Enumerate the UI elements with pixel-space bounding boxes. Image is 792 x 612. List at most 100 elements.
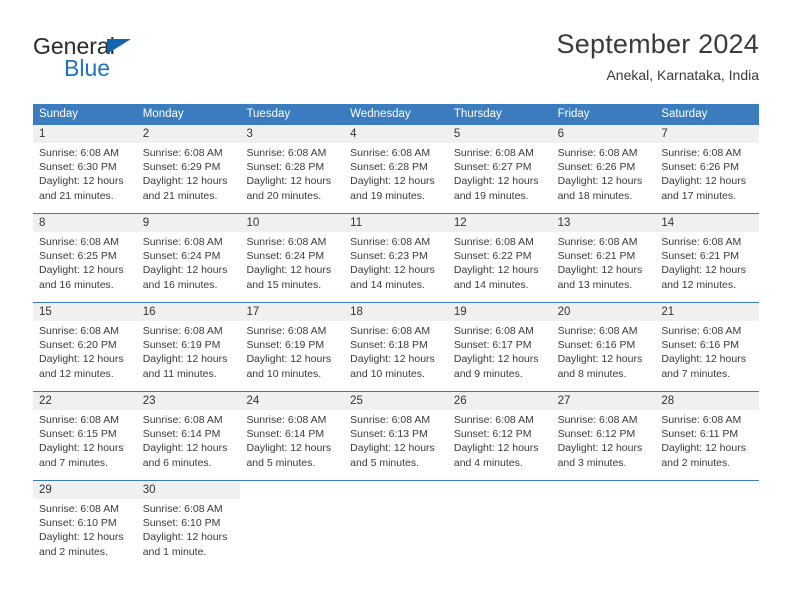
daylight-text-line2: and 1 minute. bbox=[142, 545, 207, 558]
sunrise-text: Sunrise: 6:08 AM bbox=[350, 147, 431, 159]
day-cell-19[interactable]: 19 Sunrise: 6:08 AM Sunset: 6:17 PM Dayligh… bbox=[447, 303, 552, 391]
day-details: Sunrise: 6:08 AM Sunset: 6:12 PM Daylight:… bbox=[448, 410, 552, 470]
calendar-week-row: 8 Sunrise: 6:08 AM Sunset: 6:25 PM Daylight… bbox=[33, 213, 760, 302]
daylight-text-line1: Daylight: 12 hours bbox=[142, 442, 228, 455]
day-number: 7 bbox=[661, 128, 668, 140]
sunrise-text: Sunrise: 6:08 AM bbox=[661, 414, 742, 426]
day-details: Sunrise: 6:08 AM Sunset: 6:26 PM Daylight:… bbox=[552, 143, 656, 203]
day-cell-11[interactable]: 11 Sunrise: 6:08 AM Sunset: 6:23 PM Dayligh… bbox=[344, 214, 448, 302]
day-cell-6[interactable]: 6 Sunrise: 6:08 AM Sunset: 6:26 PM Daylight… bbox=[551, 125, 656, 213]
day-number: 29 bbox=[39, 484, 52, 496]
daylight-text-line2: and 12 minutes. bbox=[39, 367, 114, 380]
day-number-band: 11 bbox=[344, 214, 448, 232]
daylight-text-line1: Daylight: 12 hours bbox=[39, 264, 124, 277]
calendar-week-row: 15 Sunrise: 6:08 AM Sunset: 6:20 PM Dayligh… bbox=[33, 302, 760, 391]
day-cell-7[interactable]: 7 Sunrise: 6:08 AM Sunset: 6:26 PM Daylight… bbox=[655, 125, 760, 213]
day-number-band: 14 bbox=[655, 214, 760, 232]
day-cell-10[interactable]: 10 Sunrise: 6:08 AM Sunset: 6:24 PM Dayligh… bbox=[240, 214, 345, 302]
day-number-band: 30 bbox=[136, 481, 241, 499]
day-details: Sunrise: 6:08 AM Sunset: 6:17 PM Daylight:… bbox=[448, 321, 552, 381]
brand-logo[interactable]: General Blue bbox=[33, 28, 243, 90]
day-number: 22 bbox=[39, 395, 52, 407]
sunrise-text: Sunrise: 6:08 AM bbox=[246, 414, 327, 426]
page-header: General Blue September 2024 Anekal, Karn… bbox=[33, 28, 759, 90]
day-cell-8[interactable]: 8 Sunrise: 6:08 AM Sunset: 6:25 PM Daylight… bbox=[33, 214, 137, 302]
day-details: Sunrise: 6:08 AM Sunset: 6:24 PM Daylight:… bbox=[240, 232, 344, 292]
day-cell-26[interactable]: 26 Sunrise: 6:08 AM Sunset: 6:12 PM Dayligh… bbox=[447, 392, 552, 480]
day-cell-29[interactable]: 29 Sunrise: 6:08 AM Sunset: 6:10 PM Dayligh… bbox=[33, 481, 137, 569]
weekday-header-sunday: Sunday bbox=[39, 108, 79, 120]
sunrise-text: Sunrise: 6:08 AM bbox=[557, 414, 638, 426]
sunrise-text: Sunrise: 6:08 AM bbox=[350, 325, 431, 337]
page-title: September 2024 bbox=[556, 29, 759, 59]
sunset-text: Sunset: 6:26 PM bbox=[661, 161, 739, 174]
sunrise-text: Sunrise: 6:08 AM bbox=[246, 236, 327, 248]
day-cell-20[interactable]: 20 Sunrise: 6:08 AM Sunset: 6:16 PM Dayligh… bbox=[551, 303, 656, 391]
day-cell-25[interactable]: 25 Sunrise: 6:08 AM Sunset: 6:13 PM Dayligh… bbox=[344, 392, 448, 480]
day-cell-16[interactable]: 16 Sunrise: 6:08 AM Sunset: 6:19 PM Dayligh… bbox=[136, 303, 241, 391]
day-number-band: 24 bbox=[240, 392, 345, 410]
day-cell-30[interactable]: 30 Sunrise: 6:08 AM Sunset: 6:10 PM Dayligh… bbox=[136, 481, 241, 569]
daylight-text-line2: and 17 minutes. bbox=[661, 189, 737, 202]
day-cell-9[interactable]: 9 Sunrise: 6:08 AM Sunset: 6:24 PM Daylight… bbox=[136, 214, 241, 302]
daylight-text-line2: and 9 minutes. bbox=[453, 367, 523, 380]
day-cell-2[interactable]: 2 Sunrise: 6:08 AM Sunset: 6:29 PM Daylight… bbox=[136, 125, 241, 213]
day-cell-21[interactable]: 21 Sunrise: 6:08 AM Sunset: 6:16 PM Dayligh… bbox=[655, 303, 760, 391]
day-number: 4 bbox=[350, 128, 357, 140]
sunrise-text: Sunrise: 6:08 AM bbox=[557, 236, 638, 248]
day-cell-17[interactable]: 17 Sunrise: 6:08 AM Sunset: 6:19 PM Dayligh… bbox=[240, 303, 345, 391]
daylight-text-line1: Daylight: 12 hours bbox=[246, 264, 332, 277]
day-number: 3 bbox=[246, 128, 253, 140]
day-cell-4[interactable]: 4 Sunrise: 6:08 AM Sunset: 6:28 PM Daylight… bbox=[344, 125, 448, 213]
calendar-week-row: 29 Sunrise: 6:08 AM Sunset: 6:10 PM Dayligh… bbox=[33, 480, 759, 569]
day-number-band: 8 bbox=[33, 214, 137, 232]
day-number: 30 bbox=[142, 484, 156, 496]
day-number: 19 bbox=[453, 306, 467, 318]
sunrise-text: Sunrise: 6:08 AM bbox=[39, 325, 119, 337]
daylight-text-line1: Daylight: 12 hours bbox=[453, 175, 539, 188]
daylight-text-line2: and 5 minutes. bbox=[350, 456, 420, 469]
day-details: Sunrise: 6:08 AM Sunset: 6:20 PM Daylight:… bbox=[33, 321, 137, 381]
day-details: Sunrise: 6:08 AM Sunset: 6:28 PM Daylight:… bbox=[344, 143, 448, 203]
day-cell-12[interactable]: 12 Sunrise: 6:08 AM Sunset: 6:22 PM Dayligh… bbox=[447, 214, 552, 302]
day-details: Sunrise: 6:08 AM Sunset: 6:19 PM Daylight:… bbox=[137, 321, 241, 381]
day-number-band: 23 bbox=[136, 392, 241, 410]
day-cell-18[interactable]: 18 Sunrise: 6:08 AM Sunset: 6:18 PM Dayligh… bbox=[344, 303, 448, 391]
daylight-text-line2: and 8 minutes. bbox=[557, 367, 627, 380]
daylight-text-line2: and 2 minutes. bbox=[661, 456, 731, 469]
day-cell-1[interactable]: 1 Sunrise: 6:08 AM Sunset: 6:30 PM Daylight… bbox=[33, 125, 137, 213]
day-cell-3[interactable]: 3 Sunrise: 6:08 AM Sunset: 6:28 PM Daylight… bbox=[240, 125, 345, 213]
daylight-text-line2: and 19 minutes. bbox=[453, 189, 529, 202]
day-cell-27[interactable]: 27 Sunrise: 6:08 AM Sunset: 6:12 PM Dayligh… bbox=[551, 392, 656, 480]
day-details: Sunrise: 6:08 AM Sunset: 6:14 PM Daylight:… bbox=[240, 410, 344, 470]
daylight-text-line1: Daylight: 12 hours bbox=[350, 442, 435, 455]
week-inner: 8 Sunrise: 6:08 AM Sunset: 6:25 PM Daylight… bbox=[33, 214, 760, 302]
day-cell-28[interactable]: 28 Sunrise: 6:08 AM Sunset: 6:11 PM Dayligh… bbox=[655, 392, 760, 480]
daylight-text-line1: Daylight: 12 hours bbox=[350, 264, 435, 277]
week-inner: 1 Sunrise: 6:08 AM Sunset: 6:30 PM Daylight… bbox=[33, 125, 760, 213]
day-cell-23[interactable]: 23 Sunrise: 6:08 AM Sunset: 6:14 PM Dayligh… bbox=[136, 392, 241, 480]
day-cell-22[interactable]: 22 Sunrise: 6:08 AM Sunset: 6:15 PM Dayligh… bbox=[33, 392, 137, 480]
daylight-text-line1: Daylight: 12 hours bbox=[142, 175, 228, 188]
daylight-text-line1: Daylight: 12 hours bbox=[557, 175, 643, 188]
day-cell-5[interactable]: 5 Sunrise: 6:08 AM Sunset: 6:27 PM Daylight… bbox=[447, 125, 552, 213]
daylight-text-line2: and 14 minutes. bbox=[350, 278, 425, 291]
sunset-text: Sunset: 6:10 PM bbox=[142, 517, 221, 530]
sunset-text: Sunset: 6:23 PM bbox=[350, 250, 428, 263]
sunset-text: Sunset: 6:20 PM bbox=[39, 339, 117, 352]
daylight-text-line1: Daylight: 12 hours bbox=[453, 442, 539, 455]
sunset-text: Sunset: 6:12 PM bbox=[557, 428, 636, 441]
sunset-text: Sunset: 6:22 PM bbox=[453, 250, 532, 263]
day-cell-15[interactable]: 15 Sunrise: 6:08 AM Sunset: 6:20 PM Dayligh… bbox=[33, 303, 137, 391]
day-number-band: 13 bbox=[551, 214, 656, 232]
sunset-text: Sunset: 6:27 PM bbox=[453, 161, 532, 174]
day-cell-14[interactable]: 14 Sunrise: 6:08 AM Sunset: 6:21 PM Dayligh… bbox=[655, 214, 760, 302]
day-cell-13[interactable]: 13 Sunrise: 6:08 AM Sunset: 6:21 PM Dayligh… bbox=[551, 214, 656, 302]
sunrise-text: Sunrise: 6:08 AM bbox=[557, 325, 638, 337]
sunrise-text: Sunrise: 6:08 AM bbox=[246, 325, 327, 337]
sunrise-text: Sunrise: 6:08 AM bbox=[661, 147, 742, 159]
day-cell-24[interactable]: 24 Sunrise: 6:08 AM Sunset: 6:14 PM Dayligh… bbox=[240, 392, 345, 480]
day-details: Sunrise: 6:08 AM Sunset: 6:16 PM Daylight:… bbox=[655, 321, 759, 381]
day-details: Sunrise: 6:08 AM Sunset: 6:22 PM Daylight:… bbox=[448, 232, 552, 292]
day-details: Sunrise: 6:08 AM Sunset: 6:19 PM Daylight:… bbox=[240, 321, 344, 381]
